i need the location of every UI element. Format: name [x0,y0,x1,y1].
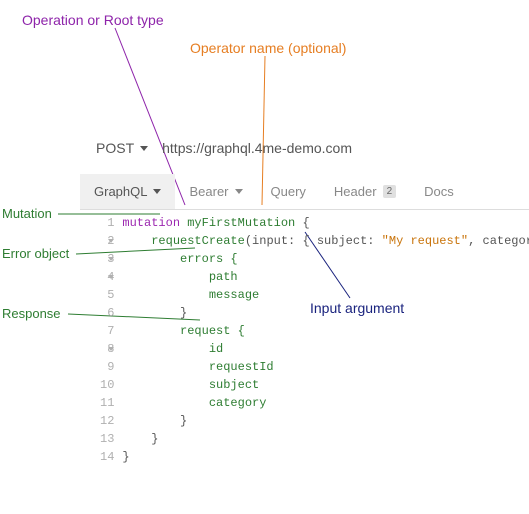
tab-label: Bearer [189,184,228,199]
token-field: category [122,396,266,410]
http-method: POST [96,140,134,156]
annotation-operator-name: Operator name (optional) [190,40,346,56]
line-number: 8 [107,342,114,356]
line-number: 6 [107,306,114,320]
tab-graphql[interactable]: GraphQL [80,174,175,209]
annotation-error-object: Error object [2,246,69,261]
tab-label: Header [334,184,377,199]
line-number: 2 [107,234,114,248]
method-selector[interactable]: POST [90,136,154,160]
token-field: requestCreate [151,234,245,248]
header-count-badge: 2 [383,185,397,198]
annotation-response: Response [2,306,61,321]
api-panel: POST GraphQL Bearer Query Header 2 Docs … [80,130,529,466]
line-number: 14 [100,450,114,464]
dropdown-icon [140,146,148,151]
dropdown-icon [153,189,161,194]
code-content[interactable]: mutation myFirstMutation { requestCreate… [122,214,529,466]
token: { [295,216,309,230]
token [122,234,151,248]
token: (input: { subject: [245,234,382,248]
tab-label: GraphQL [94,184,147,199]
token-name: myFirstMutation [187,216,295,230]
line-number: 10 [100,378,114,392]
annotation-root-type: Operation or Root type [22,12,164,28]
tab-header[interactable]: Header 2 [320,174,410,209]
line-number: 7 [107,324,114,338]
code-editor[interactable]: 1 2 3 4 5 6 7 8 9 10 11 12 13 14 mutatio… [80,210,529,466]
token-field: errors { [122,252,237,266]
line-number: 13 [100,432,114,446]
token-keyword: mutation [122,216,180,230]
line-number: 4 [107,270,114,284]
token-field: message [122,288,259,302]
tab-label: Docs [424,184,454,199]
request-row: POST [80,130,529,174]
token-field: id [122,342,223,356]
line-number: 3 [107,252,114,266]
token-string: "My request" [382,234,468,248]
tab-bearer[interactable]: Bearer [175,174,256,209]
token-field: subject [122,378,259,392]
token-field: requestId [122,360,273,374]
token: } [122,450,129,464]
tab-query[interactable]: Query [257,174,320,209]
token: } [122,306,187,320]
line-number: 11 [100,396,114,410]
tab-docs[interactable]: Docs [410,174,468,209]
line-gutter: 1 2 3 4 5 6 7 8 9 10 11 12 13 14 [80,214,122,466]
token: , category: [468,234,529,248]
line-number: 1 [107,216,114,230]
tab-label: Query [271,184,306,199]
token-field: request { [122,324,244,338]
token: } [122,414,187,428]
line-number: 9 [107,360,114,374]
tab-bar: GraphQL Bearer Query Header 2 Docs [80,174,529,210]
url-input[interactable] [162,140,462,156]
line-number: 12 [100,414,114,428]
token: } [122,432,158,446]
dropdown-icon [235,189,243,194]
token-field: path [122,270,237,284]
annotation-mutation: Mutation [2,206,52,221]
line-number: 5 [107,288,114,302]
